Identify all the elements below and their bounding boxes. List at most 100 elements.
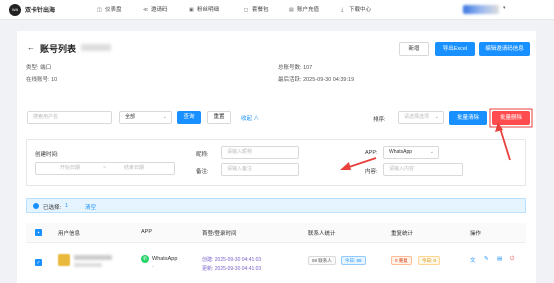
end-date-placeholder: 结束日期 <box>124 165 145 171</box>
meta-online: 在线账号: 10 <box>26 75 57 83</box>
nav-label: 下载中心 <box>349 7 372 13</box>
nickname-label: 昵称: <box>196 152 209 158</box>
meta-label: 类型: <box>26 65 39 71</box>
updated-value: 2025-09-30 04:41:03 <box>214 266 262 272</box>
nav-item-dashboard[interactable]: ◫ 仪表盘 <box>97 5 122 13</box>
back-arrow-icon[interactable]: ← <box>27 43 35 52</box>
table-header: ▪ 用户信息 APP 首登/登录时间 联系人统计 重复统计 操作 <box>26 223 526 243</box>
column-header: 首登/登录时间 <box>202 231 237 237</box>
nav-item-invite[interactable]: ≪ 邀请码 <box>143 5 168 13</box>
download-icon: ⤓ <box>341 7 344 13</box>
fans-icon: ▣ <box>189 7 194 13</box>
row-checkbox[interactable]: ✓ <box>35 259 42 266</box>
logo[interactable]: WA <box>9 4 21 16</box>
meta-value: 107 <box>303 65 313 71</box>
repeat-tag: 0 重复 <box>391 256 412 265</box>
edit-icon[interactable]: ✎ <box>484 256 489 262</box>
updated-label: 更新: <box>202 266 214 272</box>
created-time-label: 创建时间: <box>35 152 59 158</box>
repeat-today-tag: 今日: 0 <box>418 256 441 265</box>
main-content: ← 账号列表 新增 导出Excel 编辑邀请码信息 类型: 端口 在线账号: 1… <box>17 31 536 283</box>
updated-time: 更新: 2025-09-30 04:41:03 <box>202 265 261 272</box>
chevron-down-icon[interactable]: ▾ <box>503 5 506 11</box>
column-header: 联系人统计 <box>308 231 336 237</box>
column-header: 重复统计 <box>391 231 414 237</box>
brand-name: 双卡针出海 <box>25 8 56 14</box>
table-row: ✓ ✆ WhatsApp - 创建: 2025-09-30 04:41:03 更… <box>26 249 526 283</box>
nav-item-package[interactable]: ◻ 套餐包 <box>244 5 269 13</box>
app-label: APP: <box>365 150 378 156</box>
power-off-icon[interactable]: ⏻ <box>510 256 514 263</box>
advanced-filter-panel: 创建时间: 开始日期 ~ 结束日期 昵称: 请输入昵称 备注: 请输入备注 AP… <box>26 139 526 186</box>
range-separator: ~ <box>103 165 106 171</box>
package-icon: ◻ <box>244 7 249 13</box>
nav-item-recharge[interactable]: ▤ 账户充值 <box>289 5 319 13</box>
content-input[interactable]: 请输入内容 <box>383 163 463 176</box>
detail-icon[interactable]: ▤ <box>497 256 502 262</box>
batch-clear-button[interactable]: 批量清除 <box>449 111 487 125</box>
clear-selection-link[interactable]: 清空 <box>85 203 96 211</box>
meta-value: 端口 <box>40 65 52 71</box>
blurred-user-info <box>74 263 102 267</box>
sort-label: 排序: <box>373 117 386 123</box>
created-label: 创建: <box>202 257 214 263</box>
date-range-picker[interactable]: 开始日期 ~ 结束日期 <box>35 162 175 175</box>
sort-select-placeholder: 请选择选项 <box>404 114 430 120</box>
chevron-down-icon: ⌄ <box>434 114 439 120</box>
translate-icon[interactable]: 文 <box>470 256 476 264</box>
meta-value: 2025-09-30 04:39:19 <box>303 77 355 83</box>
selection-bar: 已选择: 1 清空 <box>26 198 526 213</box>
meta-label: 总账号数: <box>278 65 302 71</box>
reset-button[interactable]: 重置 <box>207 111 231 124</box>
nav-label: 粉丝明细 <box>197 7 220 13</box>
nav-label: 账户充值 <box>297 7 320 13</box>
app-sub: - <box>152 264 154 270</box>
meta-label: 在线账号: <box>26 77 50 83</box>
status-select[interactable]: 全部 ⌄ <box>119 111 172 124</box>
app-select[interactable]: WhatsApp ⌄ <box>383 146 439 159</box>
query-button[interactable]: 查询 <box>177 111 201 124</box>
chevron-down-icon: ⌄ <box>162 114 167 120</box>
export-excel-button[interactable]: 导出Excel <box>435 42 475 56</box>
nav-item-fans[interactable]: ▣ 粉丝明细 <box>189 5 219 13</box>
select-all-checkbox[interactable]: ▪ <box>35 229 42 236</box>
username-search-input[interactable]: 搜索用户名 <box>27 111 112 124</box>
selected-count: 1 <box>65 203 69 209</box>
start-date-placeholder: 开始日期 <box>60 165 81 171</box>
dashboard-icon: ◫ <box>97 7 102 13</box>
created-value: 2025-09-30 04:41:03 <box>214 257 262 263</box>
chevron-down-icon: ⌄ <box>429 149 434 155</box>
column-header: 用户信息 <box>58 231 81 237</box>
share-icon: ≪ <box>143 7 149 13</box>
user-avatar[interactable] <box>463 5 499 14</box>
edit-invite-button[interactable]: 编辑邀请码信息 <box>479 42 530 56</box>
selected-label: 已选择: <box>43 205 62 211</box>
remark-input[interactable]: 请输入备注 <box>221 163 299 176</box>
remark-label: 备注: <box>196 169 209 175</box>
nickname-input[interactable]: 请输入昵称 <box>221 146 299 159</box>
column-header: 操作 <box>470 231 482 237</box>
blurred-account-name <box>81 44 111 51</box>
meta-last-active: 最后活跃: 2025-09-30 04:39:19 <box>278 75 354 83</box>
created-time: 创建: 2025-09-30 04:41:03 <box>202 256 261 263</box>
meta-type: 类型: 端口 <box>26 63 51 71</box>
new-button[interactable]: 新增 <box>399 42 429 56</box>
column-header: APP <box>141 229 153 235</box>
nav-item-download[interactable]: ⤓ 下载中心 <box>341 5 371 13</box>
avatar <box>58 254 70 266</box>
nav-label: 邀请码 <box>151 7 168 13</box>
page-title: 账号列表 <box>40 44 77 54</box>
app-select-value: WhatsApp <box>389 149 413 155</box>
nav-label: 仪表盘 <box>105 7 122 13</box>
contacts-tag: 58 联系人 <box>308 256 336 265</box>
sort-select[interactable]: 请选择选项 ⌄ <box>398 111 444 124</box>
meta-label: 最后活跃: <box>278 77 302 83</box>
meta-total: 总账号数: 107 <box>278 63 312 71</box>
nav-label: 套餐包 <box>252 7 269 13</box>
batch-delete-button[interactable]: 批量删除 <box>492 111 530 125</box>
top-navigation-bar: WA 双卡针出海 ◫ 仪表盘 ≪ 邀请码 ▣ 粉丝明细 ◻ 套餐包 ▤ 账户充值 ⤓ 下载中… <box>0 0 554 20</box>
collapse-link[interactable]: 收起 ∧ <box>241 114 259 122</box>
blurred-user-info <box>74 255 112 260</box>
meta-value: 10 <box>51 77 58 83</box>
status-select-value: 全部 <box>125 114 136 120</box>
